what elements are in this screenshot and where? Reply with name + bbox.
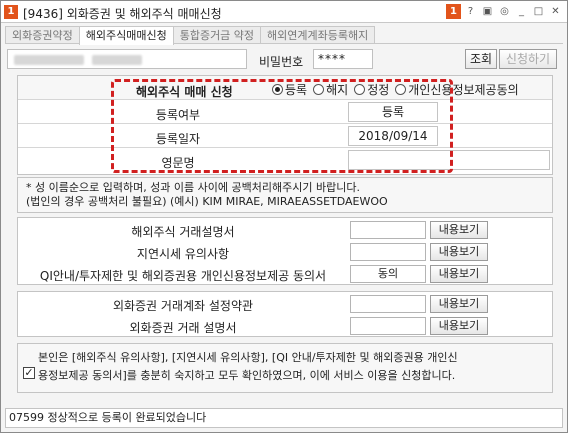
status-bar: 07599 정상적으로 등록이 완료되었습니다 — [5, 408, 563, 428]
radio-icon — [354, 84, 366, 95]
form-icon[interactable]: ? — [463, 4, 478, 19]
title-bar-icons: 1 ? ▣ ◎ _ □ ✕ — [446, 4, 563, 19]
radio-selected-icon — [272, 84, 283, 95]
apply-button[interactable]: 신청하기 — [499, 49, 557, 69]
doc-status-box: 동의 — [350, 265, 426, 283]
window: 1 [9436] 외화증권 및 해외주식 매매신청 1 ? ▣ ◎ _ □ ✕ … — [0, 0, 568, 433]
password-input[interactable]: **** — [313, 49, 373, 69]
documents-group-2: 외화증권 거래계좌 설정약관 내용보기 외화증권 거래 설명서 내용보기 — [17, 291, 553, 337]
tab-bar: 외화증권약정 해외주식매매신청 통합증거금 약정 해외연계계좌등록해지 — [5, 26, 376, 45]
agreement-checkbox[interactable]: ✓ — [23, 367, 35, 379]
view-content-button[interactable]: 내용보기 — [430, 243, 488, 261]
maximize-icon[interactable]: □ — [531, 4, 546, 19]
view-content-button[interactable]: 내용보기 — [430, 295, 488, 313]
agreement-line-1: 본인은 [해외주식 유의사항], [지연시세 유의사항], [QI 안내/투자제… — [38, 351, 458, 364]
registration-title: 해외주식 매매 신청 — [136, 85, 233, 99]
registration-panel: 해외주식 매매 신청 등록 해지 정정 개인신용정보제공동의 등록여부 등록 등… — [17, 75, 553, 175]
view-content-button[interactable]: 내용보기 — [430, 317, 488, 335]
note-line-1: * 성 이름순으로 입력하며, 성과 이름 사이에 공백처리해주시기 바랍니다. — [26, 181, 360, 194]
redacted-account-number — [14, 55, 84, 65]
window-title: [9436] 외화증권 및 해외주식 매매신청 — [23, 7, 222, 21]
check-icon: ✓ — [24, 366, 34, 379]
radio-icon — [313, 84, 325, 95]
doc-status-box — [350, 243, 426, 261]
settings-icon[interactable]: ◎ — [497, 4, 512, 19]
registration-row-status — [18, 100, 552, 124]
tab-integrated-margin-agreement[interactable]: 통합증거금 약정 — [172, 26, 262, 44]
agreement-box: ✓ 본인은 [해외주식 유의사항], [지연시세 유의사항], [QI 안내/투… — [17, 343, 553, 393]
camera-icon[interactable]: ▣ — [480, 4, 495, 19]
option-credit-consent[interactable]: 개인신용정보제공동의 — [395, 81, 519, 98]
account-select[interactable] — [7, 49, 247, 69]
tab-linked-account-cancel[interactable]: 해외연계계좌등록해지 — [260, 26, 376, 44]
doc-status-box — [350, 317, 426, 335]
doc-status-box — [350, 295, 426, 313]
tab-foreign-securities-agreement[interactable]: 외화증권약정 — [5, 26, 80, 44]
redacted-account-name — [92, 55, 142, 65]
option-register-label: 등록 — [285, 83, 308, 97]
agreement-line-2: 용정보제공 동의서]를 충분히 숙지하고 모두 확인하였으며, 이에 서비스 이… — [38, 369, 456, 382]
help-icon[interactable]: 1 — [446, 4, 461, 19]
reg-status-value: 등록 — [348, 102, 438, 122]
radio-icon — [395, 84, 407, 95]
note-line-2: (법인의 경우 공백처리 불필요) (예시) KIM MIRAE, MIRAEA… — [26, 195, 388, 208]
password-label: 비밀번호 — [259, 55, 304, 69]
doc-label: 해외주식 거래설명서 — [131, 225, 235, 239]
reg-date-value: 2018/09/14 — [348, 126, 438, 146]
tab-overseas-stock-application[interactable]: 해외주식매매신청 — [78, 26, 174, 45]
english-name-input[interactable] — [348, 150, 550, 170]
view-content-button[interactable]: 내용보기 — [430, 265, 488, 283]
view-content-button[interactable]: 내용보기 — [430, 221, 488, 239]
option-modify[interactable]: 정정 — [354, 81, 389, 98]
window-badge: 1 — [4, 5, 18, 19]
documents-group-1: 해외주식 거래설명서 내용보기 지연시세 유의사항 내용보기 QI안내/투자제한… — [17, 217, 553, 285]
query-button[interactable]: 조회 — [465, 49, 497, 69]
option-cancel-label: 해지 — [326, 83, 349, 97]
option-credit-consent-label: 개인신용정보제공동의 — [408, 83, 519, 97]
minimize-icon[interactable]: _ — [514, 4, 529, 19]
option-modify-label: 정정 — [367, 83, 390, 97]
reg-status-label: 등록여부 — [155, 108, 201, 122]
registration-row-date — [18, 124, 552, 148]
doc-label: 외화증권 거래계좌 설정약관 — [112, 299, 254, 313]
english-name-label: 영문명 — [161, 156, 195, 170]
title-bar: 1 [9436] 외화증권 및 해외주식 매매신청 1 ? ▣ ◎ _ □ ✕ — [1, 1, 567, 23]
option-cancel[interactable]: 해지 — [313, 81, 348, 98]
doc-label: QI안내/투자제한 및 해외증권용 개인신용정보제공 동의서 — [39, 269, 327, 283]
doc-label: 지연시세 유의사항 — [136, 247, 230, 261]
agreement-text: 본인은 [해외주식 유의사항], [지연시세 유의사항], [QI 안내/투자제… — [38, 349, 458, 385]
reg-date-label: 등록일자 — [155, 132, 201, 146]
option-register[interactable]: 등록 — [272, 81, 307, 98]
registration-options: 등록 해지 정정 개인신용정보제공동의 — [272, 81, 525, 98]
close-icon[interactable]: ✕ — [548, 4, 563, 19]
doc-status-box — [350, 221, 426, 239]
english-name-note: * 성 이름순으로 입력하며, 성과 이름 사이에 공백처리해주시기 바랍니다.… — [17, 177, 553, 213]
doc-label: 외화증권 거래 설명서 — [129, 321, 237, 335]
